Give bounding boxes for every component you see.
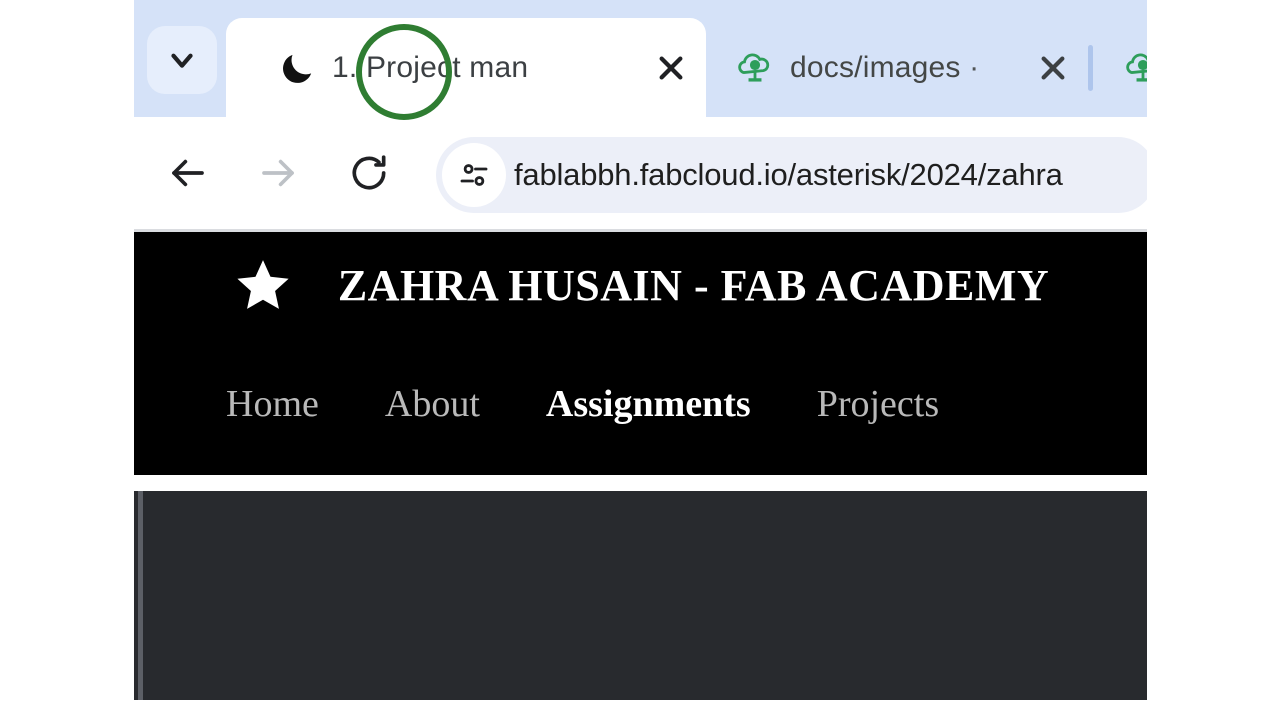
site-settings-icon[interactable] [442,143,506,207]
forward-button[interactable] [246,143,310,207]
tab-search-button[interactable] [147,26,217,94]
tab-strip: 1. Project man docs/images · [134,0,1147,117]
reload-icon [347,151,391,200]
tab-title: docs/images · [790,50,980,84]
fabcloud-icon [732,45,778,91]
tab-docs-images[interactable]: docs/images · [706,18,1088,117]
screenshot-root: 1. Project man docs/images · fablabbh.fa… [0,0,1280,720]
arrow-left-icon [167,152,209,199]
address-bar[interactable]: fablabbh.fabcloud.io/asterisk/2024/zahra [436,137,1147,213]
nav-item-about[interactable]: About [385,382,480,426]
tab-ide-fabcloud[interactable]: IDE · Fab [1094,18,1147,117]
fabcloud-icon [1120,45,1147,91]
site-brand[interactable]: ZAHRA HUSAIN - FAB ACADEMY [134,254,1147,316]
back-button[interactable] [156,143,220,207]
nav-item-assignments[interactable]: Assignments [546,382,751,426]
site-nav: Home About Assignments Projects [226,382,1005,426]
arrow-right-icon [257,152,299,199]
site-header: ZAHRA HUSAIN - FAB ACADEMY Home About As… [134,232,1147,475]
tab-close-button[interactable] [1026,41,1080,95]
star-icon [232,254,294,316]
browser-window: 1. Project man docs/images · fablabbh.fa… [134,0,1147,232]
chevron-down-icon [165,43,199,77]
url-text: fablabbh.fabcloud.io/asterisk/2024/zahra [514,157,1063,192]
reload-button[interactable] [337,143,401,207]
tab-divider [1088,45,1093,91]
nav-item-home[interactable]: Home [226,382,319,426]
tab-1-project-management[interactable]: 1. Project man [226,18,706,117]
page-title: ZAHRA HUSAIN - FAB ACADEMY [337,260,1050,310]
nav-item-projects[interactable]: Projects [817,382,939,426]
code-lines: icon: logo: material/star favicon: image… [134,491,1114,700]
annotation-circle-highlight [356,24,452,120]
moon-icon [274,45,320,91]
code-block: icon: logo: material/star favicon: image… [134,491,1147,700]
tab-close-button[interactable] [644,41,698,95]
browser-toolbar: fablabbh.fabcloud.io/asterisk/2024/zahra [134,117,1147,232]
